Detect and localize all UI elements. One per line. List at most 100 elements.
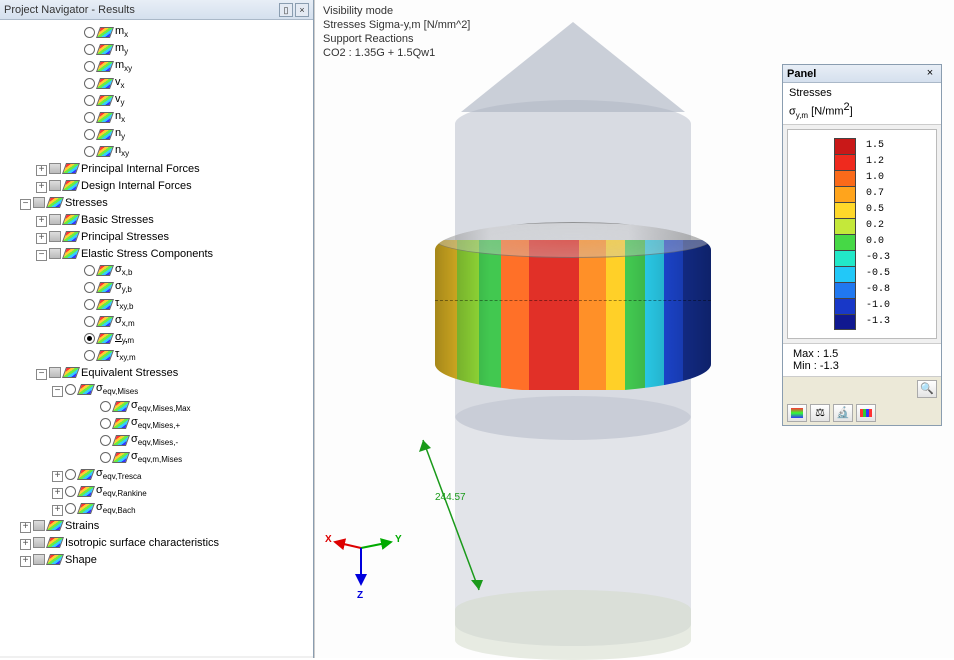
zoom-extents-button[interactable]: 🔍	[917, 380, 937, 398]
tree-item-label[interactable]: Strains	[65, 520, 99, 532]
radio-icon[interactable]	[84, 333, 95, 344]
tree-item-label[interactable]: Principal Internal Forces	[81, 163, 200, 175]
radio-icon[interactable]	[100, 435, 111, 446]
tree-item-label[interactable]: σeqv,Mises,+	[131, 416, 180, 430]
radio-icon[interactable]	[84, 146, 95, 157]
tree-item[interactable]: vy	[4, 92, 313, 109]
tree-item[interactable]: τxy,m	[4, 347, 313, 364]
tree-item-label[interactable]: nx	[115, 110, 125, 124]
expand-toggle[interactable]: +	[36, 165, 47, 176]
tree-item[interactable]: −Elastic Stress Components	[4, 245, 313, 262]
tree-item-label[interactable]: vy	[115, 93, 125, 107]
balance-button[interactable]: ⚖	[810, 404, 830, 422]
expand-toggle[interactable]: +	[52, 488, 63, 499]
tree-item[interactable]: −σeqv,Mises	[4, 381, 313, 398]
radio-icon[interactable]	[100, 401, 111, 412]
tree-item[interactable]: σeqv,Mises,-	[4, 432, 313, 449]
radio-icon[interactable]	[84, 27, 95, 38]
tree-item-label[interactable]: τxy,m	[115, 348, 136, 362]
radio-icon[interactable]	[84, 316, 95, 327]
tree-item-label[interactable]: τxy,b	[115, 297, 133, 311]
radio-icon[interactable]	[84, 95, 95, 106]
tree-item[interactable]: + Principal Stresses	[4, 228, 313, 245]
tree-item-label[interactable]: Stresses	[65, 197, 108, 209]
tree-item-label[interactable]: Shape	[65, 554, 97, 566]
tree-item[interactable]: σy,b	[4, 279, 313, 296]
radio-icon[interactable]	[84, 44, 95, 55]
radio-icon[interactable]	[84, 61, 95, 72]
tree-item-label[interactable]: σx,b	[115, 263, 132, 277]
tree-item[interactable]: + Strains	[4, 517, 313, 534]
radio-icon[interactable]	[100, 452, 111, 463]
results-tree[interactable]: mx my mxy vx vy nx ny nxy + Principal Internal Fo…	[0, 20, 313, 656]
tree-item[interactable]: + Isotropic surface characteristics	[4, 534, 313, 551]
tree-item[interactable]: mx	[4, 24, 313, 41]
tree-item-label[interactable]: Principal Stresses	[81, 231, 169, 243]
tree-item-label[interactable]: Design Internal Forces	[81, 180, 192, 192]
expand-toggle[interactable]: +	[52, 505, 63, 516]
radio-icon[interactable]	[84, 265, 95, 276]
tree-item[interactable]: + σeqv,Bach	[4, 500, 313, 517]
tree-item-label[interactable]: σeqv,Mises	[96, 382, 138, 396]
tree-item[interactable]: + Principal Internal Forces	[4, 160, 313, 177]
tree-item-label[interactable]: σeqv,Rankine	[96, 484, 147, 498]
radio-icon[interactable]	[65, 469, 76, 480]
tree-item[interactable]: mxy	[4, 58, 313, 75]
tree-item[interactable]: σeqv,m,Mises	[4, 449, 313, 466]
tree-item[interactable]: nx	[4, 109, 313, 126]
tree-item[interactable]: σeqv,Mises,Max	[4, 398, 313, 415]
tree-item-label[interactable]: σy,b	[115, 280, 132, 294]
expand-toggle[interactable]: +	[20, 522, 31, 533]
expand-toggle[interactable]: +	[20, 539, 31, 550]
radio-icon[interactable]	[84, 282, 95, 293]
expand-toggle[interactable]: +	[36, 182, 47, 193]
radio-icon[interactable]	[65, 486, 76, 497]
pin-button[interactable]: ▯	[279, 3, 293, 17]
tree-item[interactable]: my	[4, 41, 313, 58]
tree-item-label[interactable]: Basic Stresses	[81, 214, 154, 226]
tree-item-label[interactable]: vx	[115, 76, 125, 90]
tree-item[interactable]: σy,m	[4, 330, 313, 347]
tree-item-label[interactable]: σeqv,Bach	[96, 501, 136, 515]
tree-item-label[interactable]: σy,m	[115, 331, 134, 345]
radio-icon[interactable]	[65, 384, 76, 395]
tree-item[interactable]: − Equivalent Stresses	[4, 364, 313, 381]
radio-icon[interactable]	[65, 503, 76, 514]
tree-item[interactable]: − Stresses	[4, 194, 313, 211]
tree-item-label[interactable]: my	[115, 42, 128, 56]
radio-icon[interactable]	[84, 78, 95, 89]
expand-toggle[interactable]: −	[36, 369, 47, 380]
expand-toggle[interactable]: +	[36, 233, 47, 244]
tree-item-label[interactable]: σeqv,Mises,-	[131, 433, 178, 447]
tree-item[interactable]: + σeqv,Rankine	[4, 483, 313, 500]
close-navigator-button[interactable]: ×	[295, 3, 309, 17]
tree-item-label[interactable]: mx	[115, 25, 128, 39]
tree-item-label[interactable]: mxy	[115, 59, 132, 73]
tree-item-label[interactable]: Equivalent Stresses	[81, 367, 178, 379]
close-panel-button[interactable]: ×	[923, 67, 937, 81]
tree-item-label[interactable]: σeqv,Mises,Max	[131, 399, 191, 413]
tree-item[interactable]: σx,b	[4, 262, 313, 279]
tree-item-label[interactable]: Isotropic surface characteristics	[65, 537, 219, 549]
expand-toggle[interactable]: +	[20, 556, 31, 567]
tree-item[interactable]: + Shape	[4, 551, 313, 568]
colorscale-button[interactable]	[787, 404, 807, 422]
tree-item-label[interactable]: ny	[115, 127, 125, 141]
tree-item[interactable]: + Design Internal Forces	[4, 177, 313, 194]
radio-icon[interactable]	[84, 112, 95, 123]
tree-item[interactable]: σeqv,Mises,+	[4, 415, 313, 432]
tree-item[interactable]: + σeqv,Tresca	[4, 466, 313, 483]
tree-item[interactable]: σx,m	[4, 313, 313, 330]
expand-toggle[interactable]: −	[20, 199, 31, 210]
tree-item[interactable]: vx	[4, 75, 313, 92]
tree-item[interactable]: + Basic Stresses	[4, 211, 313, 228]
radio-icon[interactable]	[84, 299, 95, 310]
panel-header[interactable]: Panel ×	[783, 65, 941, 83]
expand-toggle[interactable]: +	[36, 216, 47, 227]
tree-item-label[interactable]: nxy	[115, 144, 129, 158]
tree-item-label[interactable]: σeqv,Tresca	[96, 467, 141, 481]
microscope-button[interactable]: 🔬	[833, 404, 853, 422]
tree-item[interactable]: nxy	[4, 143, 313, 160]
expand-toggle[interactable]: +	[52, 471, 63, 482]
tree-item-label[interactable]: σeqv,m,Mises	[131, 450, 182, 464]
